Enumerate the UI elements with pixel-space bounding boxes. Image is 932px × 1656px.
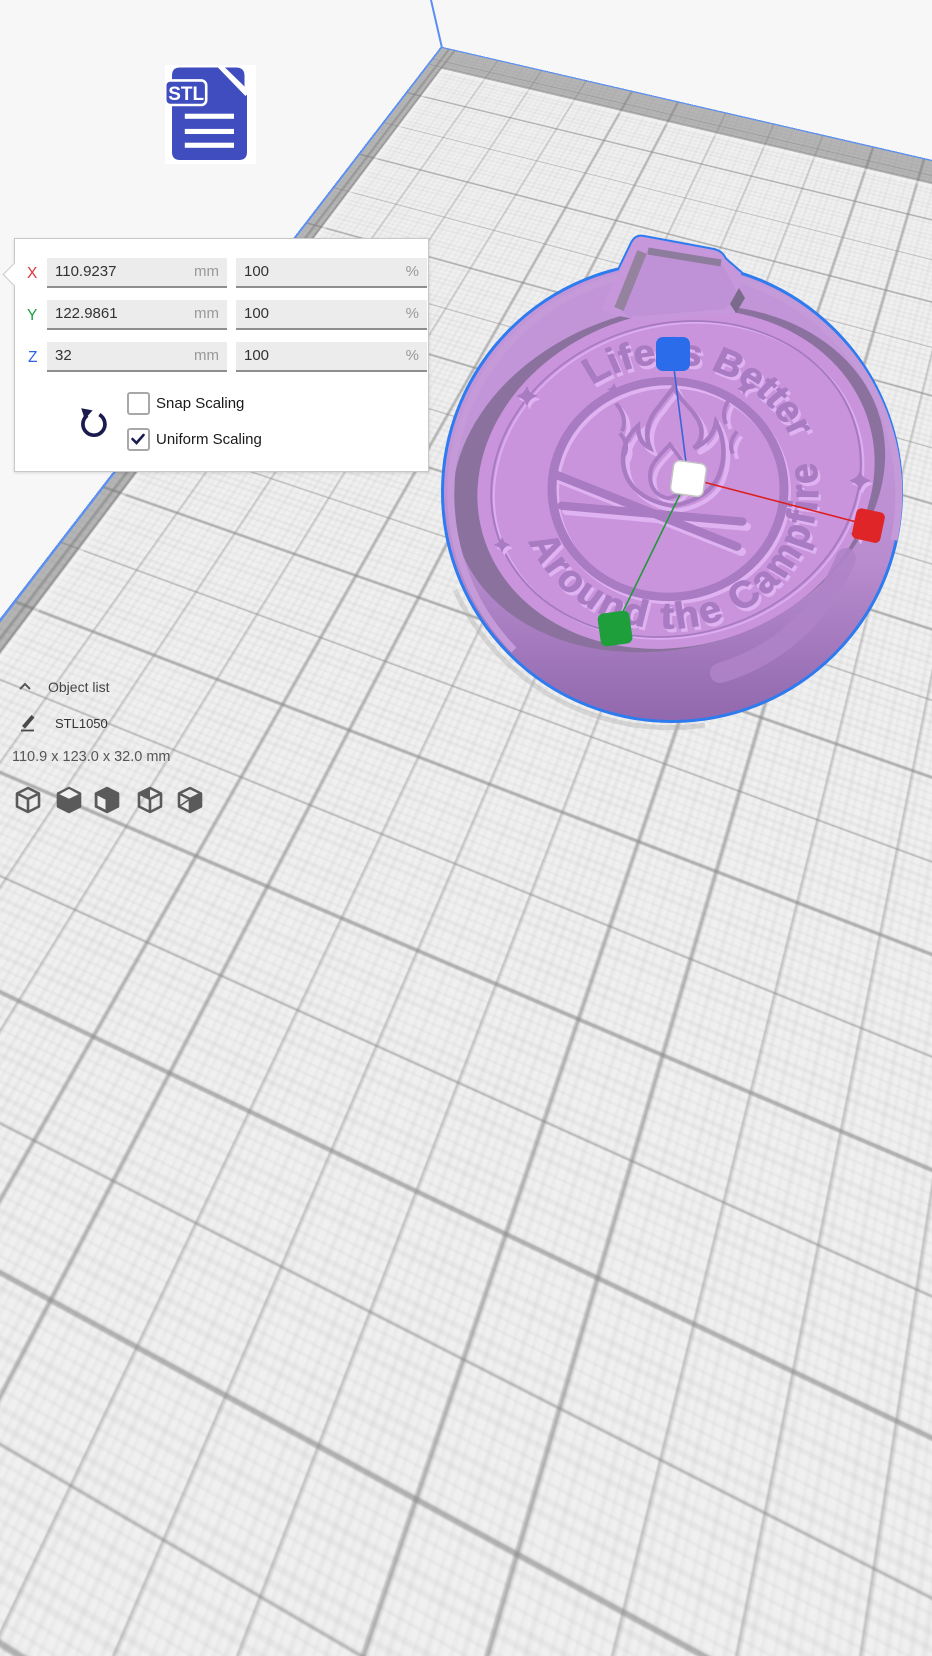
svg-text:STL: STL [168,84,204,105]
